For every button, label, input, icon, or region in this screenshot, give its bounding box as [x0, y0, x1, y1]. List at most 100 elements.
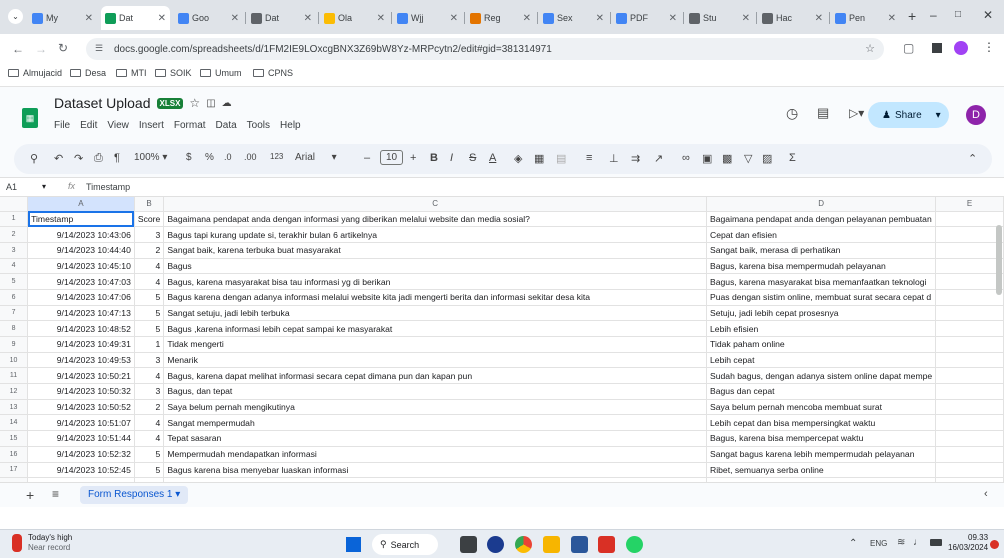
- cell-empty[interactable]: [935, 367, 1004, 385]
- row-number[interactable]: 6: [0, 289, 29, 306]
- cell-score[interactable]: 4: [134, 367, 165, 385]
- row-number[interactable]: 15: [0, 430, 29, 447]
- filter-icon[interactable]: ▽: [744, 152, 752, 165]
- cell-timestamp[interactable]: 9/14/2023 10:51:44: [27, 430, 135, 447]
- cell-service-opinion[interactable]: Sangat baik, merasa di perhatikan: [706, 242, 937, 259]
- close-window-icon[interactable]: ✕: [983, 8, 993, 22]
- browser-tab[interactable]: Goo ✕: [174, 6, 243, 30]
- tab-search-button[interactable]: ⌄: [8, 9, 23, 24]
- menu-tools[interactable]: Tools: [247, 120, 270, 131]
- close-tab-icon[interactable]: ✕: [666, 13, 677, 24]
- row-number[interactable]: 11: [0, 367, 29, 385]
- cell-timestamp[interactable]: 9/14/2023 10:47:13: [27, 305, 135, 322]
- cell-service-opinion[interactable]: Bagus, karena bisa mempermudah pelayanan: [706, 258, 937, 275]
- new-tab-button[interactable]: +: [908, 8, 916, 24]
- cell-website-opinion[interactable]: Bagus: [163, 258, 708, 275]
- cell-empty[interactable]: [935, 446, 1004, 463]
- cell-service-opinion[interactable]: Bagaimana pendapat anda dengan pelayanan…: [706, 211, 937, 228]
- close-tab-icon[interactable]: ✕: [593, 13, 604, 24]
- cell-empty[interactable]: [935, 399, 1004, 416]
- forward-icon[interactable]: →: [35, 42, 47, 56]
- cell-timestamp[interactable]: 9/14/2023 10:52:45: [27, 462, 135, 479]
- cell-timestamp[interactable]: 9/14/2023 10:50:21: [27, 367, 135, 385]
- cell-empty[interactable]: [935, 289, 1004, 306]
- cell-empty[interactable]: [935, 414, 1004, 432]
- close-tab-icon[interactable]: ✕: [812, 13, 823, 24]
- decrease-decimal-button[interactable]: .0: [224, 152, 232, 162]
- chrome-icon[interactable]: [515, 536, 532, 553]
- reload-icon[interactable]: ↻: [58, 41, 68, 55]
- cell-timestamp[interactable]: 9/14/2023 10:50:52: [27, 399, 135, 416]
- browser-tab[interactable]: Dat ✕: [101, 6, 170, 30]
- font-select[interactable]: Arial ▾: [295, 152, 337, 163]
- cell-empty[interactable]: [935, 430, 1004, 447]
- all-sheets-icon[interactable]: ≡: [52, 487, 59, 501]
- cell-website-opinion[interactable]: Bagus, karena masyarakat bisa tau inform…: [163, 273, 708, 290]
- row-number[interactable]: 17: [0, 462, 29, 479]
- vertical-scrollbar[interactable]: [996, 225, 1002, 295]
- increase-decimal-button[interactable]: .00: [244, 152, 257, 162]
- menu-view[interactable]: View: [107, 120, 129, 131]
- text-rotation-icon[interactable]: ↗: [654, 152, 663, 165]
- close-tab-icon[interactable]: ✕: [374, 13, 385, 24]
- print-icon[interactable]: ⎙: [94, 152, 103, 165]
- cell-empty[interactable]: [935, 352, 1004, 369]
- cell-service-opinion[interactable]: Bagus, karena bisa mempercepat waktu: [706, 430, 937, 447]
- sheet-tab-form-responses[interactable]: Form Responses 1 ▾: [80, 486, 189, 504]
- cell-service-opinion[interactable]: Sangat bagus karena lebih mempermudah pe…: [706, 446, 937, 463]
- cell-website-opinion[interactable]: Bagus karena dengan adanya informasi mel…: [163, 289, 708, 306]
- cell-website-opinion[interactable]: Bagus, karena dapat melihat informasi se…: [163, 367, 708, 385]
- extensions-icon[interactable]: ▢: [903, 41, 914, 55]
- row-number[interactable]: 12: [0, 383, 29, 400]
- cell-score[interactable]: 4: [134, 258, 165, 275]
- cell-empty[interactable]: [935, 211, 1004, 228]
- taskbar-search[interactable]: ⚲ Search: [372, 534, 438, 555]
- minimize-icon[interactable]: –: [930, 8, 937, 22]
- sheets-logo-icon[interactable]: ▦: [22, 108, 38, 128]
- move-folder-icon[interactable]: ◫: [206, 98, 215, 109]
- row-number[interactable]: 8: [0, 320, 29, 337]
- filter-views-icon[interactable]: ▨: [762, 152, 772, 165]
- cell-service-opinion[interactable]: Ribet, semuanya serba online: [706, 462, 937, 479]
- restore-icon[interactable]: □: [955, 9, 961, 20]
- cell-service-opinion[interactable]: Tidak paham online: [706, 336, 937, 353]
- browser-tab[interactable]: Dat ✕: [247, 6, 316, 30]
- cell-website-opinion[interactable]: Bagus tapi kurang update si, terakhir bu…: [163, 226, 708, 243]
- close-tab-icon[interactable]: ✕: [82, 13, 93, 24]
- browser-tab[interactable]: Ola ✕: [320, 6, 389, 30]
- row-number[interactable]: 5: [0, 273, 29, 290]
- cell-website-opinion[interactable]: Sangat mempermudah: [163, 414, 708, 432]
- text-wrap-icon[interactable]: ⇉: [631, 152, 640, 165]
- browser-tab[interactable]: Hac ✕: [758, 6, 827, 30]
- close-tab-icon[interactable]: ✕: [228, 13, 239, 24]
- cell-website-opinion[interactable]: Saya belum pernah mengikutinya: [163, 399, 708, 416]
- cell-timestamp[interactable]: 9/14/2023 10:43:06: [27, 226, 135, 243]
- input-language[interactable]: ENG: [870, 539, 887, 548]
- cell-empty[interactable]: [935, 242, 1004, 259]
- redo-icon[interactable]: ↷: [74, 152, 83, 165]
- cell-empty[interactable]: [935, 462, 1004, 479]
- add-sheet-icon[interactable]: +: [26, 487, 34, 503]
- cell-website-opinion[interactable]: Bagus, dan tepat: [163, 383, 708, 400]
- bookmark-umum[interactable]: Umum: [200, 68, 242, 78]
- menu-help[interactable]: Help: [280, 120, 301, 131]
- cell-empty[interactable]: [935, 258, 1004, 275]
- cell-score[interactable]: 4: [134, 273, 165, 290]
- column-header-d[interactable]: D: [706, 197, 937, 212]
- select-all-corner[interactable]: [0, 197, 29, 212]
- cell-service-opinion[interactable]: Lebih efisien: [706, 320, 937, 337]
- font-size-increase-button[interactable]: +: [410, 152, 416, 164]
- cell-website-opinion[interactable]: Bagus ,karena informasi lebih cepat samp…: [163, 320, 708, 337]
- cell-website-opinion[interactable]: Sangat baik, karena terbuka buat masyara…: [163, 242, 708, 259]
- cell-service-opinion[interactable]: Bagus, karena masyarakat bisa memanfaatk…: [706, 273, 937, 290]
- cell-service-opinion[interactable]: Lebih cepat: [706, 352, 937, 369]
- tray-chevron-icon[interactable]: ⌃: [849, 538, 857, 549]
- cell-timestamp[interactable]: 9/14/2023 10:51:07: [27, 414, 135, 432]
- cell-empty[interactable]: [935, 273, 1004, 290]
- insert-comment-icon[interactable]: ▣: [702, 152, 712, 165]
- task-view-icon[interactable]: [460, 536, 477, 553]
- browser-tab[interactable]: PDF ✕: [612, 6, 681, 30]
- merge-cells-icon[interactable]: ▤: [556, 152, 566, 165]
- search-menus-icon[interactable]: ⚲: [30, 152, 38, 165]
- font-size-decrease-button[interactable]: –: [364, 152, 370, 164]
